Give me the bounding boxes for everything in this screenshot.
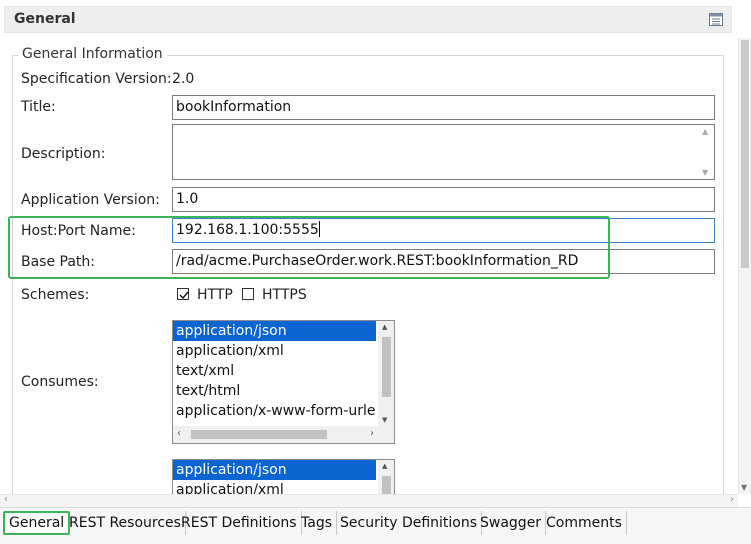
scroll-up-icon[interactable]: ▲ (382, 323, 387, 331)
spec-version-label: Specification Version: (21, 71, 172, 87)
description-scrollbar[interactable]: ▲ ▼ (698, 125, 714, 179)
https-checkbox[interactable] (242, 288, 254, 300)
tab-swagger[interactable]: Swagger (476, 511, 547, 535)
title-input[interactable]: bookInformation (172, 95, 715, 120)
scroll-left-icon[interactable]: ‹ (4, 494, 8, 505)
list-item[interactable]: application/xml (173, 480, 376, 494)
form-content: General Information Specification Versio… (0, 38, 738, 494)
section-header: General (0, 0, 751, 38)
scroll-down-icon[interactable]: ▼ (382, 416, 387, 424)
description-label: Description: (21, 146, 106, 162)
list-item[interactable]: application/json (173, 460, 376, 480)
content-vscroll[interactable]: ▼ (738, 38, 751, 494)
list-item[interactable]: text/xml (173, 361, 376, 381)
list-item[interactable]: application/x-www-form-urlencoded (173, 401, 376, 421)
editor-tabs: General REST Resources REST Definitions … (0, 507, 751, 544)
https-label: HTTPS (262, 287, 307, 303)
tab-general[interactable]: General (3, 511, 71, 535)
scroll-right-icon[interactable]: › (370, 428, 374, 439)
list-item[interactable]: application/json (173, 321, 376, 341)
description-textarea[interactable]: ▲ ▼ (172, 124, 715, 180)
spec-version-value: 2.0 (172, 71, 195, 87)
consumes-hscroll[interactable]: ‹ › (173, 426, 394, 443)
title-label: Title: (21, 99, 56, 115)
tab-tags[interactable]: Tags (297, 511, 337, 535)
content-hscroll[interactable]: ‹ › (0, 494, 738, 507)
produces-listbox[interactable]: application/json application/xml ▲ (172, 459, 395, 494)
scroll-thumb[interactable] (382, 476, 391, 494)
consumes-listbox[interactable]: application/json application/xml text/xm… (172, 320, 395, 444)
section-header-bar: General (4, 6, 732, 33)
host-basepath-highlight (8, 216, 610, 279)
http-checkbox[interactable] (177, 288, 189, 300)
scroll-down-icon[interactable]: ▼ (741, 483, 747, 492)
scroll-thumb[interactable] (382, 337, 391, 397)
scroll-left-icon[interactable]: ‹ (177, 428, 181, 439)
produces-vscroll[interactable]: ▲ (378, 460, 394, 494)
list-item[interactable]: application/xml (173, 341, 376, 361)
scroll-down-icon[interactable]: ▼ (702, 168, 708, 177)
scroll-up-icon[interactable]: ▲ (382, 462, 387, 470)
scroll-thumb[interactable] (741, 40, 749, 268)
tab-security-definitions[interactable]: Security Definitions (336, 511, 483, 535)
section-title: General (14, 11, 76, 27)
consumes-vscroll[interactable]: ▲ ▼ (378, 321, 394, 426)
app-version-input[interactable]: 1.0 (172, 187, 715, 212)
consumes-label: Consumes: (21, 374, 99, 390)
panel-list-icon[interactable] (709, 13, 723, 26)
schemes-label: Schemes: (21, 287, 90, 303)
list-item[interactable]: text/html (173, 381, 376, 401)
scroll-right-icon[interactable]: › (730, 494, 734, 505)
http-label: HTTP (197, 287, 233, 303)
app-version-label: Application Version: (21, 192, 160, 208)
group-legend: General Information (18, 46, 167, 62)
tab-rest-resources[interactable]: REST Resources (65, 511, 186, 535)
scroll-thumb[interactable] (191, 430, 327, 439)
scroll-up-icon[interactable]: ▲ (702, 127, 708, 136)
tab-rest-definitions[interactable]: REST Definitions (177, 511, 302, 535)
tab-comments[interactable]: Comments (542, 511, 627, 535)
